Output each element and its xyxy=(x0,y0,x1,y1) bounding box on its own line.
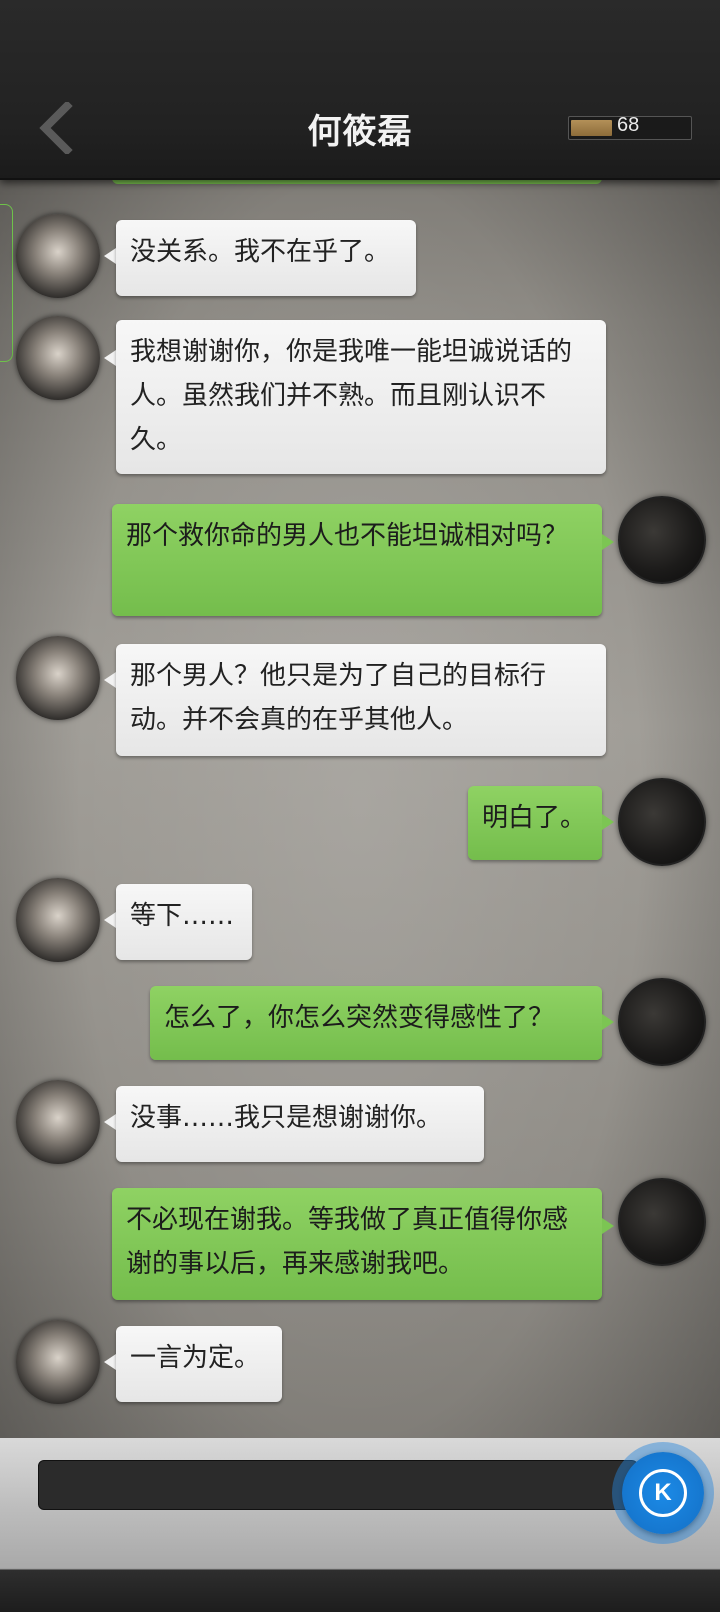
avatar-npc[interactable] xyxy=(16,1080,100,1164)
message-bubble[interactable]: 没事……我只是想谢谢你。 xyxy=(116,1086,484,1162)
bubble-tail xyxy=(104,672,116,688)
bubble-tail xyxy=(104,248,116,264)
bubble-tail xyxy=(104,912,116,928)
message-bubble[interactable]: 一言为定。 xyxy=(116,1326,282,1402)
avatar-npc[interactable] xyxy=(16,214,100,298)
bubble-tail xyxy=(602,534,614,550)
message-input[interactable] xyxy=(38,1460,638,1510)
header-bar: 何筱磊 68 xyxy=(0,0,720,180)
avatar-self[interactable] xyxy=(618,1178,706,1266)
avatar-self[interactable] xyxy=(618,496,706,584)
edge-marker xyxy=(0,204,13,362)
avatar-npc[interactable] xyxy=(16,316,100,400)
k-icon: K xyxy=(639,1469,687,1517)
bubble-tail xyxy=(602,814,614,830)
energy-meter: 68 xyxy=(568,114,692,140)
message-bubble[interactable]: 那个男人？他只是为了自己的目标行动。并不会真的在乎其他人。 xyxy=(116,644,606,756)
avatar-npc[interactable] xyxy=(16,636,100,720)
message-bubble[interactable]: 不必现在谢我。等我做了真正值得你感谢的事以后，再来感谢我吧。 xyxy=(112,1188,602,1300)
bubble-tail xyxy=(602,1218,614,1234)
energy-value: 68 xyxy=(617,114,640,136)
bubble-tail xyxy=(104,350,116,366)
bubble-tail xyxy=(104,1354,116,1370)
floating-k-button[interactable]: K xyxy=(622,1452,704,1534)
avatar-npc[interactable] xyxy=(16,1320,100,1404)
bubble-tail xyxy=(602,1014,614,1030)
message-bubble[interactable]: 那个救你命的男人也不能坦诚相对吗？ xyxy=(112,504,602,616)
energy-fill xyxy=(571,120,612,136)
avatar-self[interactable] xyxy=(618,978,706,1066)
chat-list[interactable]: 没关系。我不在乎了。 我想谢谢你，你是我唯一能坦诚说话的人。虽然我们并不熟。而且… xyxy=(0,178,720,1438)
bubble-tail xyxy=(104,1114,116,1130)
message-bubble[interactable]: 没关系。我不在乎了。 xyxy=(116,220,416,296)
avatar-self[interactable] xyxy=(618,778,706,866)
message-bubble[interactable]: 明白了。 xyxy=(468,786,602,860)
message-bubble[interactable]: 等下…… xyxy=(116,884,252,960)
avatar-npc[interactable] xyxy=(16,878,100,962)
composer-bar xyxy=(0,1438,720,1612)
message-bubble[interactable]: 我想谢谢你，你是我唯一能坦诚说话的人。虽然我们并不熟。而且刚认识不久。 xyxy=(116,320,606,474)
message-bubble[interactable]: 怎么了，你怎么突然变得感性了？ xyxy=(150,986,602,1060)
